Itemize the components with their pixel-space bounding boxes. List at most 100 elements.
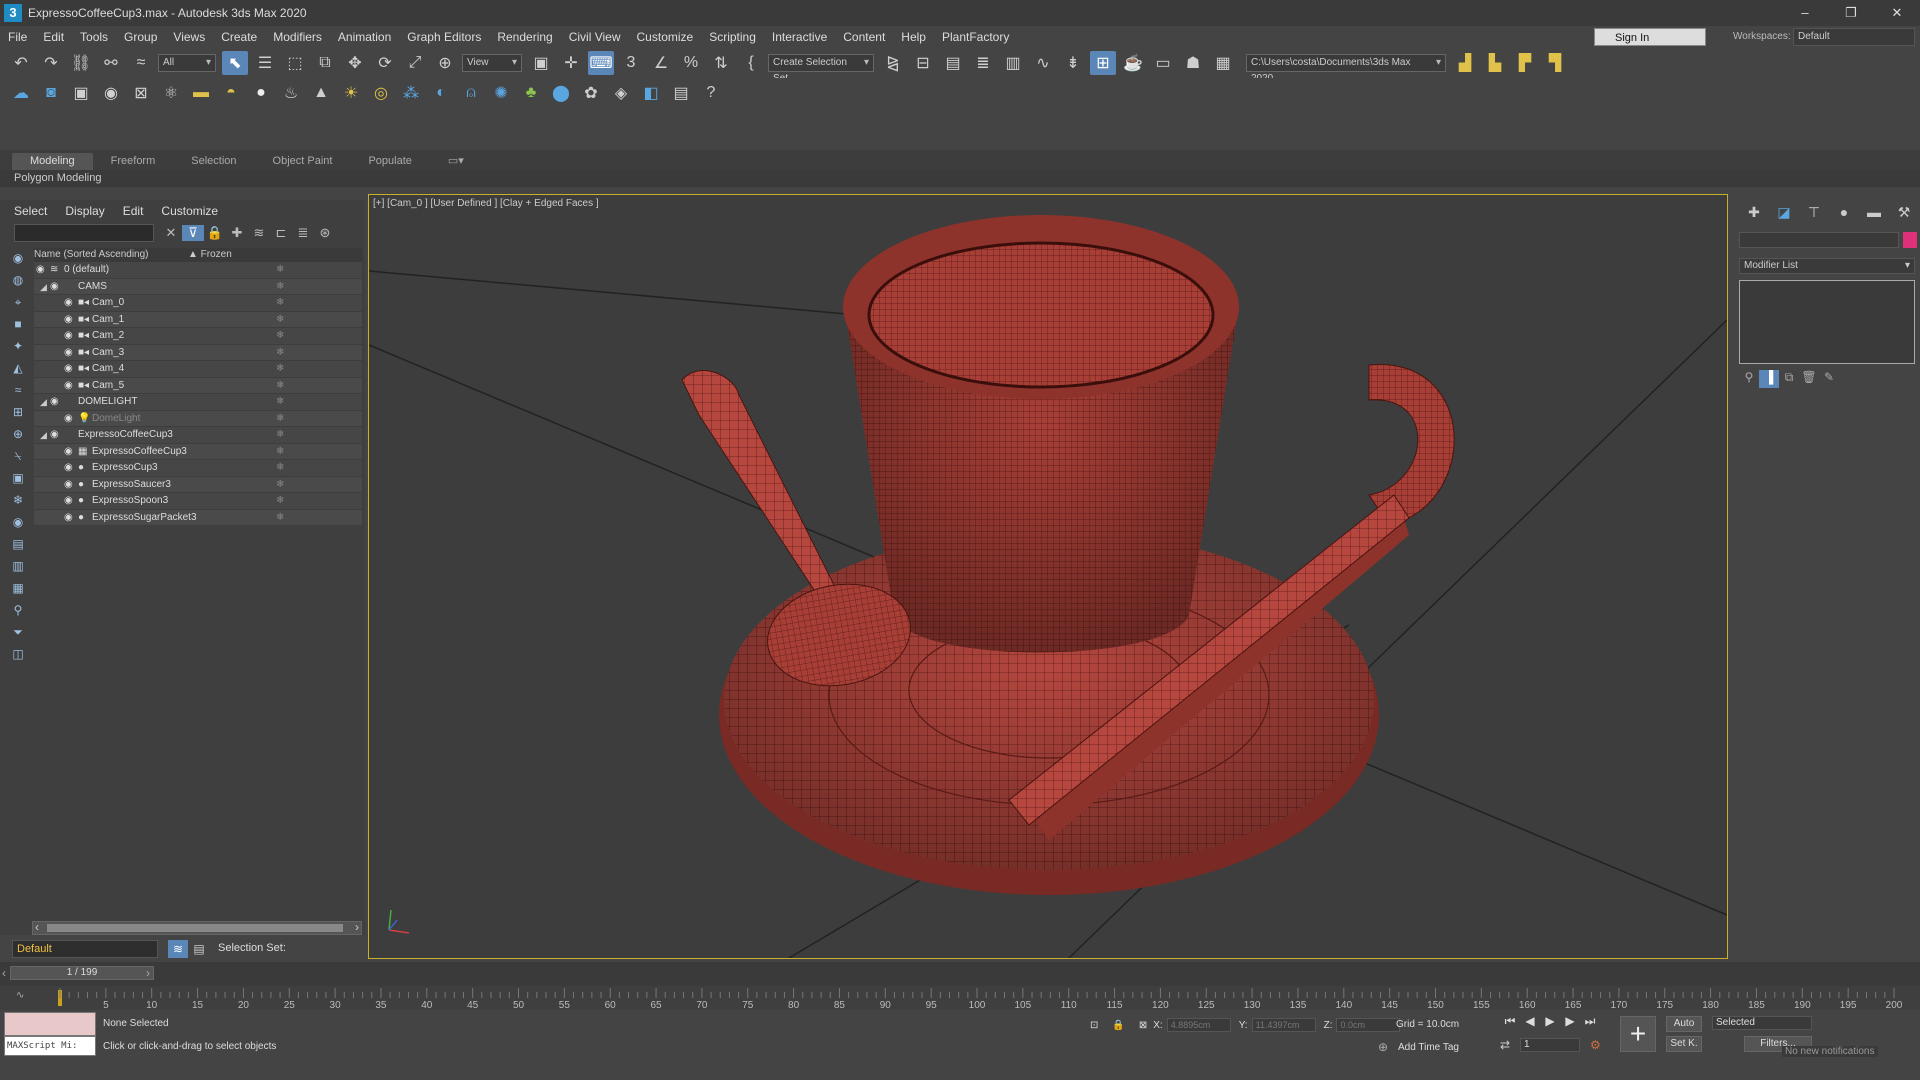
- freeze-toggle-icon[interactable]: ❄: [276, 262, 284, 279]
- minimize-button[interactable]: –: [1782, 0, 1828, 26]
- add-time-tag[interactable]: Add Time Tag: [1398, 1042, 1459, 1053]
- display-all-icon[interactable]: ◉: [8, 248, 28, 268]
- display-helpers-icon[interactable]: ◭: [8, 358, 28, 378]
- redo-icon[interactable]: ↷: [38, 51, 64, 75]
- freeze-toggle-icon[interactable]: ❄: [276, 460, 284, 477]
- tree-row[interactable]: ◢ ◉ CAMS ❄: [34, 278, 362, 296]
- box-primitive-icon[interactable]: ▬: [188, 81, 214, 105]
- lock-icon[interactable]: 🔒: [204, 225, 226, 241]
- menu-edit[interactable]: Edit: [35, 26, 72, 48]
- freeze-toggle-icon[interactable]: ❄: [276, 427, 284, 444]
- create-camera-icon[interactable]: ◉: [98, 81, 124, 105]
- menu-civil-view[interactable]: Civil View: [561, 26, 629, 48]
- foliage-icon[interactable]: ♣: [518, 81, 544, 105]
- make-unique-icon[interactable]: ⧉: [1779, 370, 1799, 388]
- freeze-toggle-icon[interactable]: ❄: [276, 328, 284, 345]
- close-button[interactable]: ✕: [1874, 0, 1920, 26]
- color-swatch-icon[interactable]: ✿: [578, 81, 604, 105]
- material-editor-icon[interactable]: ⊞: [1090, 51, 1116, 75]
- toggle-ribbon-icon[interactable]: ▥: [1000, 51, 1026, 75]
- move-icon[interactable]: ✥: [342, 51, 368, 75]
- explorer-menu-display[interactable]: Display: [65, 204, 104, 218]
- toggle-scene-explorer-icon[interactable]: ▤: [940, 51, 966, 75]
- hierarchy-tab-icon[interactable]: ⊤: [1799, 204, 1829, 224]
- layers-icon[interactable]: ≋: [248, 225, 270, 241]
- snaps-toggle-icon[interactable]: 3: [618, 51, 644, 75]
- menu-graph-editors[interactable]: Graph Editors: [399, 26, 489, 48]
- select-by-name-icon[interactable]: ☰: [252, 51, 278, 75]
- y-coordinate-field[interactable]: 11.4397cm: [1251, 1018, 1316, 1032]
- rotate-icon[interactable]: ⟳: [372, 51, 398, 75]
- scale-icon[interactable]: ⤢: [402, 51, 428, 75]
- menu-rendering[interactable]: Rendering: [489, 26, 560, 48]
- percent-snap-icon[interactable]: %: [678, 51, 704, 75]
- ribbon-panel-title[interactable]: Polygon Modeling: [0, 170, 1920, 187]
- sign-in-dropdown[interactable]: Sign In: [1594, 28, 1706, 46]
- tree-row[interactable]: ◉ ■◂ Cam_5 ❄: [34, 377, 362, 394]
- create-selection-set-dropdown[interactable]: Create Selection Set: [768, 54, 874, 84]
- display-geometry-icon[interactable]: ◍: [8, 270, 28, 290]
- play-icon[interactable]: ▶: [1540, 1014, 1560, 1029]
- go-to-end-icon[interactable]: ⏭: [1580, 1014, 1600, 1029]
- angle-snap-icon[interactable]: ∠: [648, 51, 674, 75]
- filter-icon[interactable]: ⊽: [182, 225, 204, 241]
- visibility-eye-icon[interactable]: ◉: [50, 394, 64, 411]
- display-lights-icon[interactable]: ✦: [8, 336, 28, 356]
- next-key-icon[interactable]: ▶︎: [1560, 1014, 1580, 1029]
- display-spacewarps-icon[interactable]: ≈: [8, 380, 28, 400]
- link-icon[interactable]: ⛓: [68, 51, 94, 75]
- rect-selection-icon[interactable]: ⬚: [282, 51, 308, 75]
- explorer-search-input[interactable]: [14, 224, 154, 242]
- track-bar[interactable]: ∿ 5 10 15 20 25 30 35 40 45 50 55 60 65 70 75 80 85 90 95 1…: [0, 986, 1920, 1010]
- reference-coord-dropdown[interactable]: View: [462, 54, 522, 72]
- create-lights-icon[interactable]: ▣: [68, 81, 94, 105]
- tree-row[interactable]: ◢ ◉ ExpressoCoffeeCup3 ❄: [34, 427, 362, 444]
- pivot-icon[interactable]: ▣: [528, 51, 554, 75]
- omni-light-icon[interactable]: ◎: [368, 81, 394, 105]
- sun-light-icon[interactable]: ☀: [338, 81, 364, 105]
- tree-row[interactable]: ◉ ■◂ Cam_4 ❄: [34, 361, 362, 378]
- plugin-icon[interactable]: ◈: [608, 81, 634, 105]
- display-xrefs-icon[interactable]: ⊕: [8, 424, 28, 444]
- tree-row[interactable]: ◉ ≋ 0 (default) ❄: [34, 262, 362, 279]
- particle-icon[interactable]: ⁂: [398, 81, 424, 105]
- show-end-result-icon[interactable]: ▐: [1759, 370, 1779, 388]
- tab-selection[interactable]: Selection: [173, 153, 254, 170]
- scene-converter-icon[interactable]: ▤: [668, 81, 694, 105]
- time-config-icon[interactable]: ⚙: [1590, 1038, 1601, 1052]
- create-shapes-icon[interactable]: ◙: [38, 81, 64, 105]
- tab-freeform[interactable]: Freeform: [93, 153, 174, 170]
- expand-toggle-icon[interactable]: ◢: [40, 279, 50, 296]
- add-layer-icon[interactable]: ✚: [226, 225, 248, 241]
- tree-row[interactable]: ◢ ◉ DOMELIGHT ❄: [34, 394, 362, 411]
- sphere-primitive-icon[interactable]: ●: [248, 81, 274, 105]
- tab-modeling[interactable]: Modeling: [12, 153, 93, 170]
- freeze-toggle-icon[interactable]: ❄: [276, 394, 284, 411]
- time-tag-icon[interactable]: ⊕: [1378, 1040, 1388, 1054]
- render-elements-icon[interactable]: ◧: [638, 81, 664, 105]
- visibility-eye-icon[interactable]: ◉: [36, 262, 50, 279]
- freeze-toggle-icon[interactable]: ❄: [276, 444, 284, 461]
- configure-sets-icon[interactable]: ✎: [1819, 370, 1839, 388]
- freeze-toggle-icon[interactable]: ❄: [276, 493, 284, 510]
- freeze-toggle-icon[interactable]: ❄: [276, 510, 284, 527]
- tree-row[interactable]: ◉ ■◂ Cam_1 ❄: [34, 311, 362, 328]
- visibility-eye-icon[interactable]: ◉: [64, 411, 78, 428]
- project-folder-icon[interactable]: ▟: [1452, 51, 1478, 75]
- sort-layers-icon[interactable]: ≣: [292, 225, 314, 241]
- menu-views[interactable]: Views: [165, 26, 213, 48]
- menu-create[interactable]: Create: [213, 26, 265, 48]
- object-color-swatch[interactable]: [1903, 232, 1917, 248]
- rendered-frame-window-icon[interactable]: ▭: [1150, 51, 1176, 75]
- create-helpers-icon[interactable]: ⊠: [128, 81, 154, 105]
- set-key-button[interactable]: Set K.: [1666, 1036, 1702, 1052]
- tree-row[interactable]: ◉ ● ExpressoCup3 ❄: [34, 460, 362, 477]
- create-spacewarps-icon[interactable]: ⚛: [158, 81, 184, 105]
- teapot-icon[interactable]: ♨: [278, 81, 304, 105]
- tree-row[interactable]: ◉ ● ExpressoSaucer3 ❄: [34, 476, 362, 493]
- spinner-snap-icon[interactable]: ⇅: [708, 51, 734, 75]
- biped-icon[interactable]: ⍝: [458, 81, 484, 105]
- column-name[interactable]: Name (Sorted Ascending): [34, 248, 149, 262]
- tab-object-paint[interactable]: Object Paint: [255, 153, 351, 170]
- hair-icon[interactable]: ✺: [488, 81, 514, 105]
